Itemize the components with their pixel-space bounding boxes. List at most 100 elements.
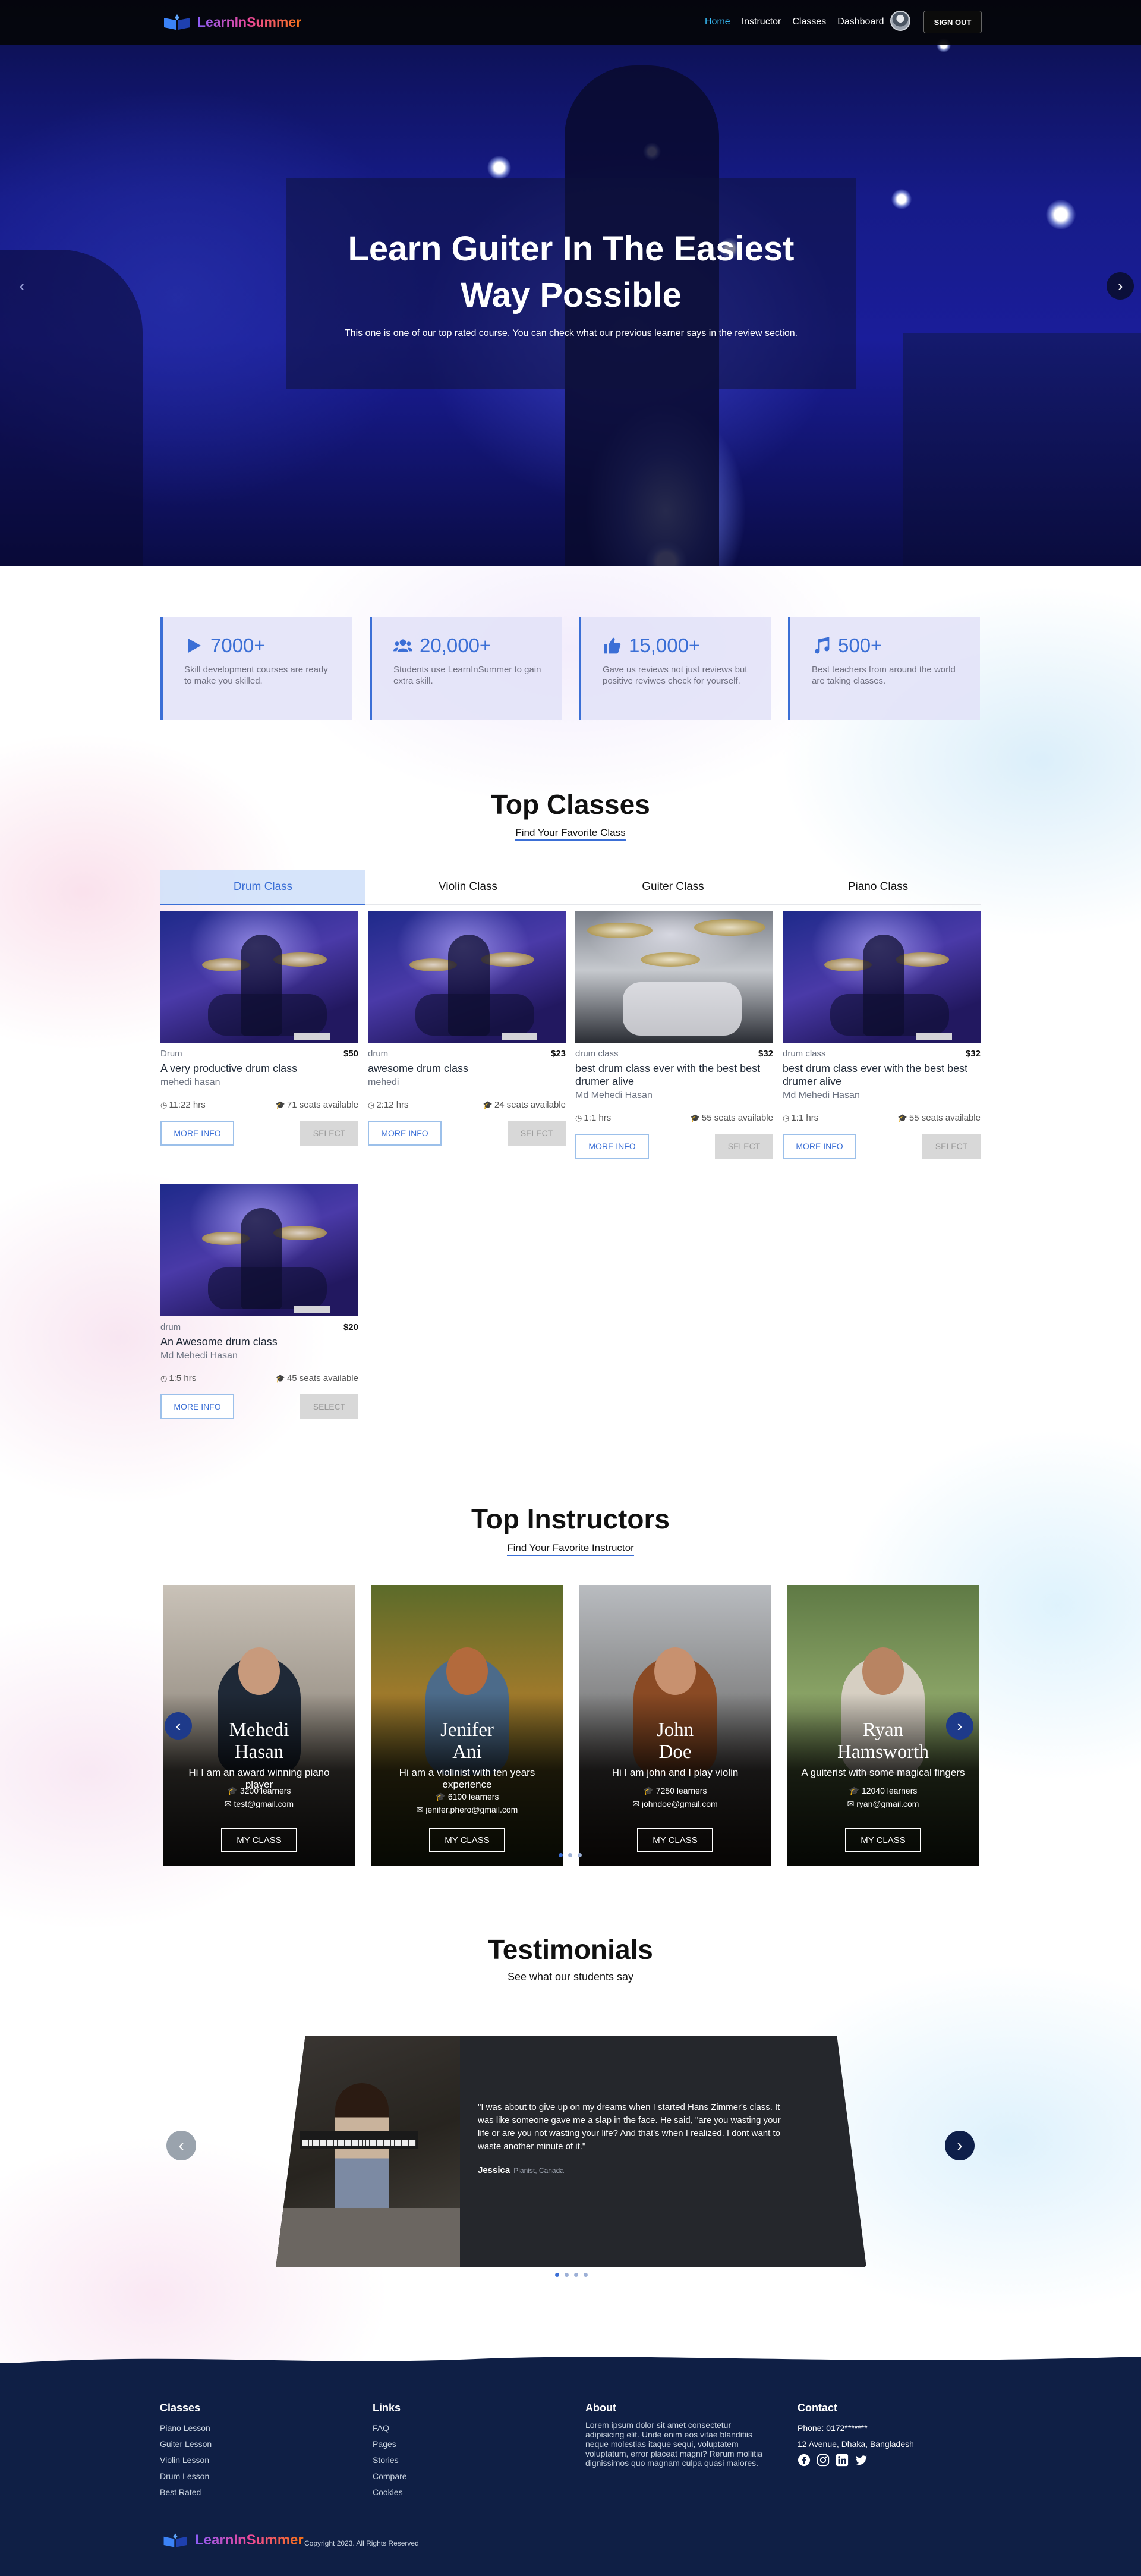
instagram-icon[interactable] bbox=[817, 2454, 830, 2467]
class-name: An Awesome drum class bbox=[160, 1336, 278, 1348]
user-avatar[interactable] bbox=[890, 11, 910, 31]
my-class-button[interactable]: MY CLASS bbox=[845, 1828, 921, 1852]
class-name: A very productive drum class bbox=[160, 1062, 298, 1074]
footer-link[interactable]: Best Rated bbox=[160, 2484, 212, 2500]
footer-contact-column: Contact Phone: 0172******* 12 Avenue, Dh… bbox=[798, 2402, 914, 2467]
testimonial-next-arrow-icon[interactable]: › bbox=[945, 2131, 975, 2160]
hero-next-arrow-icon[interactable]: › bbox=[1107, 272, 1134, 300]
instructor-slider-dots bbox=[559, 1853, 582, 1857]
footer-brand-logo[interactable]: LearnInSummer bbox=[162, 2532, 304, 2549]
my-class-button[interactable]: MY CLASS bbox=[429, 1828, 505, 1852]
slider-dot[interactable] bbox=[555, 2273, 559, 2277]
more-info-button[interactable]: MORE INFO bbox=[160, 1394, 234, 1419]
facebook-icon[interactable] bbox=[798, 2454, 811, 2467]
hero-subtitle: This one is one of our top rated course.… bbox=[344, 328, 798, 338]
select-button[interactable]: SELECT bbox=[300, 1121, 358, 1146]
stat-card: 20,000+ Students use LearnInSummer to ga… bbox=[370, 617, 562, 720]
instructor-learners: 7250 learners bbox=[655, 1786, 707, 1795]
my-class-button[interactable]: MY CLASS bbox=[221, 1828, 297, 1852]
instructor-email: johndoe@gmail.com bbox=[641, 1799, 718, 1808]
class-instructor: Md Mehedi Hasan bbox=[783, 1090, 860, 1100]
nav-home[interactable]: Home bbox=[705, 17, 730, 27]
instructor-next-arrow-icon[interactable]: › bbox=[946, 1712, 973, 1740]
class-duration: 1:5 hrs bbox=[169, 1373, 197, 1383]
class-price: $32 bbox=[965, 1049, 981, 1059]
select-button[interactable]: SELECT bbox=[300, 1394, 358, 1419]
slider-dot[interactable] bbox=[559, 1853, 563, 1857]
footer-links-column: Links FAQ Pages Stories Compare Cookies bbox=[373, 2402, 407, 2500]
stat-card: 500+ Best teachers from around the world… bbox=[788, 617, 980, 720]
graduation-cap-icon: 🎓 bbox=[690, 1114, 700, 1122]
copyright-text: Copyright 2023. All Rights Reserved bbox=[304, 2539, 419, 2547]
class-card: Drum $50 A very productive drum class meh… bbox=[160, 911, 358, 1146]
class-instructor: mehedi hasan bbox=[160, 1077, 220, 1087]
footer-about-column: About Lorem ipsum dolor sit amet consect… bbox=[585, 2402, 764, 2468]
class-seats: 55 seats available bbox=[909, 1113, 981, 1123]
class-instructor: Md Mehedi Hasan bbox=[160, 1351, 238, 1361]
nav-instructor[interactable]: Instructor bbox=[742, 17, 781, 27]
slider-dot[interactable] bbox=[584, 2273, 588, 2277]
tab-violin-class[interactable]: Violin Class bbox=[365, 870, 570, 904]
instructor-bio: Hi am a violinist with ten years experie… bbox=[399, 1767, 535, 1790]
more-info-button[interactable]: MORE INFO bbox=[783, 1134, 856, 1159]
book-logo-icon bbox=[163, 2533, 187, 2547]
class-seats: 71 seats available bbox=[286, 1100, 358, 1110]
envelope-icon: ✉ bbox=[847, 1799, 857, 1808]
footer-link[interactable]: Violin Lesson bbox=[160, 2452, 212, 2468]
sign-out-button[interactable]: SIGN OUT bbox=[923, 11, 982, 33]
class-category: Drum bbox=[160, 1049, 182, 1059]
slider-dot[interactable] bbox=[578, 1853, 582, 1857]
footer-link[interactable]: Compare bbox=[373, 2468, 407, 2484]
footer-link[interactable]: Piano Lesson bbox=[160, 2420, 212, 2436]
stat-card: 7000+ Skill development courses are read… bbox=[160, 617, 352, 720]
more-info-button[interactable]: MORE INFO bbox=[368, 1121, 442, 1146]
more-info-button[interactable]: MORE INFO bbox=[160, 1121, 234, 1146]
class-image bbox=[160, 911, 358, 1043]
stat-value: 7000+ bbox=[210, 634, 266, 656]
testimonial-card: "I was about to give up on my dreams whe… bbox=[276, 2036, 866, 2267]
slider-dot[interactable] bbox=[574, 2273, 578, 2277]
footer-link[interactable]: Guiter Lesson bbox=[160, 2436, 212, 2452]
tab-guiter-class[interactable]: Guiter Class bbox=[570, 870, 776, 904]
select-button[interactable]: SELECT bbox=[922, 1134, 981, 1159]
brand-logo[interactable]: LearnInSummer bbox=[162, 13, 301, 31]
footer-link[interactable]: FAQ bbox=[373, 2420, 407, 2436]
footer-link[interactable]: Pages bbox=[373, 2436, 407, 2452]
class-duration: 2:12 hrs bbox=[376, 1100, 409, 1110]
footer-contact-title: Contact bbox=[798, 2402, 837, 2414]
footer-about-text: Lorem ipsum dolor sit amet consectetur a… bbox=[585, 2420, 763, 2468]
footer-classes-column: Classes Piano Lesson Guiter Lesson Violi… bbox=[160, 2402, 212, 2500]
class-category: drum bbox=[160, 1322, 181, 1332]
nav-links: Home Instructor Classes Dashboard bbox=[705, 17, 884, 27]
instructor-name: Jenifer Ani bbox=[440, 1719, 494, 1763]
footer-link[interactable]: Drum Lesson bbox=[160, 2468, 212, 2484]
footer-link[interactable]: Cookies bbox=[373, 2484, 407, 2500]
my-class-button[interactable]: MY CLASS bbox=[637, 1828, 713, 1852]
twitter-icon[interactable] bbox=[855, 2454, 868, 2467]
more-info-button[interactable]: MORE INFO bbox=[575, 1134, 649, 1159]
class-image bbox=[368, 911, 566, 1043]
hero-prev-arrow-icon[interactable]: ‹ bbox=[8, 272, 36, 300]
select-button[interactable]: SELECT bbox=[715, 1134, 773, 1159]
nav-dashboard[interactable]: Dashboard bbox=[837, 17, 884, 27]
clock-icon: ◷ bbox=[368, 1100, 375, 1109]
instructor-learners: 12040 learners bbox=[861, 1786, 918, 1795]
instructor-prev-arrow-icon[interactable]: ‹ bbox=[165, 1712, 192, 1740]
top-classes-subtitle: Find Your Favorite Class bbox=[0, 827, 1141, 841]
nav-classes[interactable]: Classes bbox=[792, 17, 826, 27]
testimonial-prev-arrow-icon[interactable]: ‹ bbox=[166, 2131, 196, 2160]
select-button[interactable]: SELECT bbox=[508, 1121, 566, 1146]
footer: Classes Piano Lesson Guiter Lesson Violi… bbox=[0, 2357, 1141, 2576]
class-card: drum $20 An Awesome drum class Md Mehedi … bbox=[160, 1184, 358, 1419]
linkedin-icon[interactable] bbox=[836, 2454, 849, 2467]
tab-piano-class[interactable]: Piano Class bbox=[776, 870, 981, 904]
slider-dot[interactable] bbox=[565, 2273, 569, 2277]
tab-drum-class[interactable]: Drum Class bbox=[160, 870, 365, 905]
thumbs-up-icon bbox=[604, 637, 621, 654]
footer-link[interactable]: Stories bbox=[373, 2452, 407, 2468]
hero-title: Learn Guiter In The Easiest Way Possible bbox=[348, 229, 795, 314]
class-seats: 55 seats available bbox=[701, 1113, 773, 1123]
footer-phone: Phone: 0172******* bbox=[798, 2423, 868, 2433]
music-icon bbox=[815, 637, 830, 654]
slider-dot[interactable] bbox=[568, 1853, 572, 1857]
